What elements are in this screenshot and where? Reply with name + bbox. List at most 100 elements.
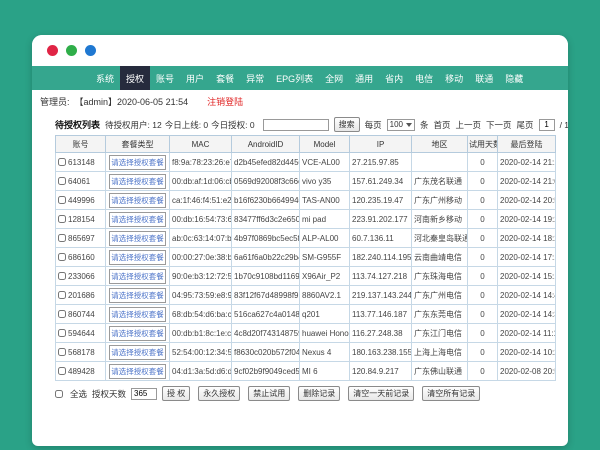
account-checkbox[interactable] bbox=[58, 348, 66, 356]
package-select[interactable]: 请选择授权套餐 bbox=[109, 250, 166, 265]
account-checkbox[interactable] bbox=[58, 177, 66, 185]
nav-item-3[interactable]: 账号 bbox=[150, 66, 180, 90]
trial-days-cell: 0 bbox=[468, 248, 498, 267]
ip-cell: 116.27.248.38 bbox=[350, 324, 412, 343]
mac-cell: 00:db:af:1d:06:cb bbox=[170, 172, 232, 191]
table-row: 860744请选择授权套餐68:db:54:d6:ba:c4516ca627c4… bbox=[56, 305, 556, 324]
last-login-cell: 2020-02-14 20:50:14 bbox=[498, 191, 556, 210]
nav-item-2[interactable]: 授权 bbox=[120, 66, 150, 90]
account-cell: 594644 bbox=[56, 324, 106, 343]
ip-cell: 120.235.19.47 bbox=[350, 191, 412, 210]
delete-records-button[interactable]: 删除记录 bbox=[298, 386, 340, 401]
nav-item-1[interactable]: 系统 bbox=[90, 66, 120, 90]
region-cell: 河北秦皇岛联通 bbox=[412, 229, 468, 248]
traffic-light-blue-icon[interactable] bbox=[85, 45, 96, 56]
nav-item-14[interactable]: 隐藏 bbox=[499, 66, 529, 90]
auth-days-input[interactable] bbox=[131, 388, 157, 400]
account-checkbox[interactable] bbox=[58, 329, 66, 337]
package-select[interactable]: 请选择授权套餐 bbox=[109, 345, 166, 360]
ban-trial-button[interactable]: 禁止试用 bbox=[248, 386, 290, 401]
region-cell: 上海上海电信 bbox=[412, 343, 468, 362]
package-cell: 请选择授权套餐 bbox=[106, 362, 170, 381]
account-checkbox[interactable] bbox=[58, 291, 66, 299]
header-package-type: 套餐类型 bbox=[106, 136, 170, 153]
package-select[interactable]: 请选择授权套餐 bbox=[109, 288, 166, 303]
account-number: 449996 bbox=[68, 196, 95, 205]
package-cell: 请选择授权套餐 bbox=[106, 286, 170, 305]
first-page-button[interactable]: 首页 bbox=[434, 119, 451, 131]
header-region: 地区 bbox=[412, 136, 468, 153]
nav-item-6[interactable]: 异常 bbox=[240, 66, 270, 90]
nav-item-11[interactable]: 电信 bbox=[409, 66, 439, 90]
logout-link[interactable]: 注销登陆 bbox=[207, 95, 243, 108]
clear-all-records-button[interactable]: 清空所有记录 bbox=[422, 386, 480, 401]
model-cell: MI 6 bbox=[300, 362, 350, 381]
package-cell: 请选择授权套餐 bbox=[106, 153, 170, 172]
nav-item-7[interactable]: EPG列表 bbox=[270, 66, 319, 90]
authorize-button[interactable]: 授 权 bbox=[162, 386, 190, 401]
package-select[interactable]: 请选择授权套餐 bbox=[109, 326, 166, 341]
package-select[interactable]: 请选择授权套餐 bbox=[109, 231, 166, 246]
header-androidid: AndroidID bbox=[232, 136, 300, 153]
last-login-cell: 2020-02-14 11:16:51 bbox=[498, 324, 556, 343]
nav-item-12[interactable]: 移动 bbox=[439, 66, 469, 90]
account-checkbox[interactable] bbox=[58, 234, 66, 242]
last-page-button[interactable]: 尾页 bbox=[517, 119, 534, 131]
mac-cell: f8:9a:78:23:26:e7 bbox=[170, 153, 232, 172]
account-checkbox[interactable] bbox=[58, 367, 66, 375]
package-select[interactable]: 请选择授权套餐 bbox=[109, 155, 166, 170]
account-cell: 64061 bbox=[56, 172, 106, 191]
nav-item-9[interactable]: 通用 bbox=[349, 66, 379, 90]
account-number: 201686 bbox=[68, 291, 95, 300]
next-page-button[interactable]: 下一页 bbox=[486, 119, 512, 131]
table-row: 201686请选择授权套餐04:95:73:59:e8:9283f12f67d4… bbox=[56, 286, 556, 305]
package-cell: 请选择授权套餐 bbox=[106, 324, 170, 343]
select-all-checkbox[interactable] bbox=[55, 390, 63, 398]
trial-days-cell: 0 bbox=[468, 191, 498, 210]
last-login-cell: 2020-02-14 21:12:14 bbox=[498, 153, 556, 172]
nav-item-8[interactable]: 全网 bbox=[319, 66, 349, 90]
authorization-table: 账号套餐类型MACAndroidIDModelIP地区试用天数最后登陆 6131… bbox=[55, 135, 556, 381]
table-row: 489428请选择授权套餐04:d1:3a:5d:d6:d09cf02b9f90… bbox=[56, 362, 556, 381]
traffic-light-green-icon[interactable] bbox=[66, 45, 77, 56]
nav-item-5[interactable]: 套餐 bbox=[210, 66, 240, 90]
list-toolbar: 待授权列表 待授权用户: 12今日上线: 0今日授权: 0 搜索 每页 100 … bbox=[55, 116, 555, 133]
package-select[interactable]: 请选择授权套餐 bbox=[109, 174, 166, 189]
package-select[interactable]: 请选择授权套餐 bbox=[109, 269, 166, 284]
package-select[interactable]: 请选择授权套餐 bbox=[109, 212, 166, 227]
account-checkbox[interactable] bbox=[58, 310, 66, 318]
search-button[interactable]: 搜索 bbox=[334, 117, 360, 132]
search-input[interactable] bbox=[263, 119, 329, 131]
account-checkbox[interactable] bbox=[58, 253, 66, 261]
table-row: 865697请选择授权套餐ab:0c:63:14:07:ba4b97f0869b… bbox=[56, 229, 556, 248]
account-number: 233066 bbox=[68, 272, 95, 281]
account-cell: 865697 bbox=[56, 229, 106, 248]
prev-page-button[interactable]: 上一页 bbox=[456, 119, 482, 131]
account-checkbox[interactable] bbox=[58, 272, 66, 280]
nav-item-4[interactable]: 用户 bbox=[180, 66, 210, 90]
clear-one-day-records-button[interactable]: 清空一天前记录 bbox=[348, 386, 414, 401]
package-select[interactable]: 请选择授权套餐 bbox=[109, 193, 166, 208]
model-cell: q201 bbox=[300, 305, 350, 324]
package-select[interactable]: 请选择授权套餐 bbox=[109, 364, 166, 379]
package-select[interactable]: 请选择授权套餐 bbox=[109, 307, 166, 322]
nav-item-10[interactable]: 省内 bbox=[379, 66, 409, 90]
account-checkbox[interactable] bbox=[58, 196, 66, 204]
androidid-cell: 83f12f67d48998f9 bbox=[232, 286, 300, 305]
account-cell: 128154 bbox=[56, 210, 106, 229]
per-page-select[interactable]: 100 bbox=[387, 119, 415, 131]
account-checkbox[interactable] bbox=[58, 158, 66, 166]
admin-bar: 管理员: 【admin】2020-06-05 21:54 注销登陆 bbox=[32, 90, 568, 112]
header-ip: IP bbox=[350, 136, 412, 153]
trial-days-cell: 0 bbox=[468, 153, 498, 172]
traffic-light-red-icon[interactable] bbox=[47, 45, 58, 56]
package-cell: 请选择授权套餐 bbox=[106, 267, 170, 286]
last-login-cell: 2020-02-08 20:50:06 bbox=[498, 362, 556, 381]
region-cell: 广东广州电信 bbox=[412, 286, 468, 305]
package-cell: 请选择授权套餐 bbox=[106, 248, 170, 267]
account-checkbox[interactable] bbox=[58, 215, 66, 223]
page-number-input[interactable] bbox=[539, 119, 555, 131]
permanent-auth-button[interactable]: 永久授权 bbox=[198, 386, 240, 401]
nav-item-13[interactable]: 联通 bbox=[469, 66, 499, 90]
androidid-cell: 516ca627c4a01486 bbox=[232, 305, 300, 324]
